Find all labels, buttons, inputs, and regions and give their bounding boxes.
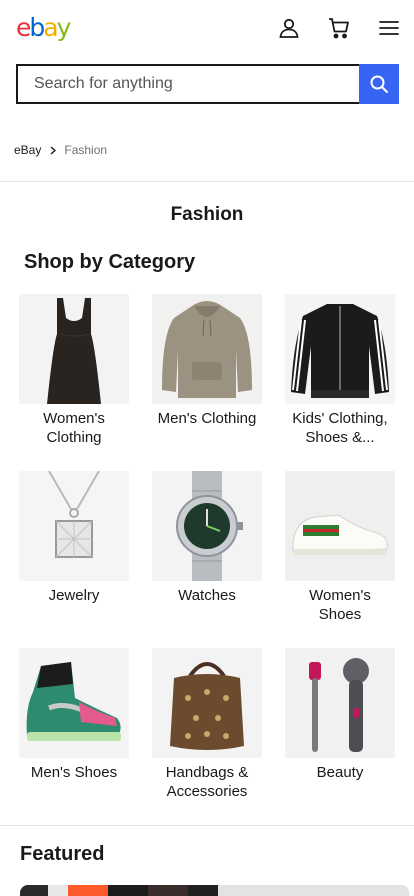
monogram-bag-image (152, 648, 262, 758)
menu-icon[interactable] (377, 16, 401, 40)
category-tile-mens-shoes[interactable]: Men's Shoes (19, 648, 129, 782)
search-input[interactable] (16, 64, 359, 104)
category-label: Handbags & Accessories (165, 764, 249, 800)
category-tile-handbags-accessories[interactable]: Handbags & Accessories (152, 648, 262, 801)
logo-letter-a: a (43, 13, 58, 42)
category-tile-kids-clothing[interactable]: Kids' Clothing, Shoes &... (285, 294, 395, 447)
category-label: Watches (178, 587, 236, 604)
category-tile-watches[interactable]: Watches (152, 471, 262, 605)
shop-by-category-heading: Shop by Category (24, 251, 196, 273)
search-bar (16, 64, 399, 104)
ebay-logo[interactable]: ebay (16, 13, 72, 43)
black-dress-image (19, 294, 129, 404)
category-label: Beauty (316, 764, 364, 781)
hair-dryer-image (285, 648, 395, 758)
featured-heading: Featured (20, 843, 105, 865)
divider (0, 825, 414, 826)
header: ebay (0, 0, 414, 56)
high-top-sneaker-image (19, 648, 129, 758)
category-label: Jewelry (48, 587, 100, 604)
search-button[interactable] (359, 64, 399, 104)
account-icon[interactable] (277, 16, 301, 40)
category-label: Men's Shoes (30, 764, 118, 781)
search-icon (370, 75, 388, 93)
breadcrumb-item-ebay[interactable]: eBay (14, 143, 41, 157)
page-title: Fashion (170, 204, 244, 225)
category-tile-mens-clothing[interactable]: Men's Clothing (152, 294, 262, 428)
chevron-right-icon (50, 145, 57, 155)
category-label: Women's Clothing (43, 410, 105, 446)
track-jacket-image (285, 294, 395, 404)
featured-banner-image[interactable] (20, 885, 409, 896)
breadcrumb-item-fashion: Fashion (64, 143, 108, 157)
category-tile-womens-clothing[interactable]: Women's Clothing (19, 294, 129, 447)
logo-letter-b: b (29, 13, 45, 42)
tan-hoodie-image (152, 294, 262, 404)
cart-icon[interactable] (327, 16, 351, 40)
category-tile-jewelry[interactable]: Jewelry (19, 471, 129, 605)
diamond-pendant-image (19, 471, 129, 581)
logo-letter-y: y (56, 13, 72, 42)
breadcrumb: eBay Fashion (14, 142, 107, 158)
logo-letter-e: e (16, 13, 31, 42)
category-label: Kids' Clothing, Shoes &... (292, 410, 388, 446)
category-label: Men's Clothing (157, 410, 257, 427)
category-tile-womens-shoes[interactable]: Women's Shoes (285, 471, 395, 624)
category-label: Women's Shoes (309, 587, 371, 623)
white-sneaker-image (285, 471, 395, 581)
wristwatch-image (152, 471, 262, 581)
divider (0, 181, 414, 182)
category-tile-beauty[interactable]: Beauty (285, 648, 395, 782)
